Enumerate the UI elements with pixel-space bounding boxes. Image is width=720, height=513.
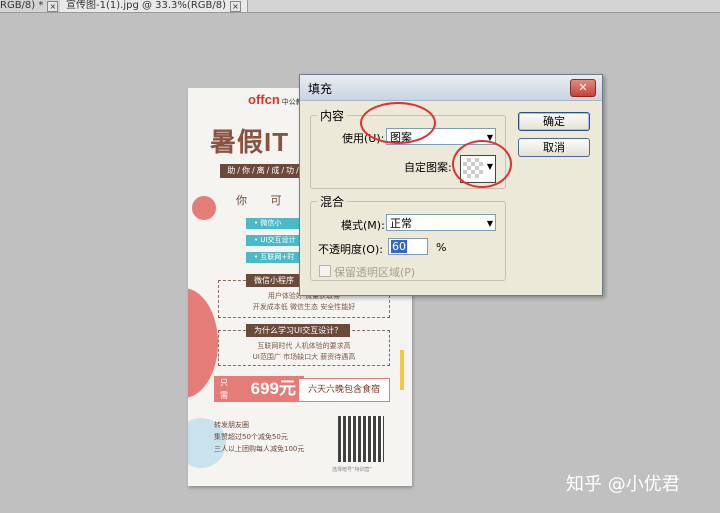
poster-subbar: 助/你/离/成/功/ [220,164,308,178]
poster-price-note: 六天六晚包含食宿 [298,378,390,402]
tab-label: 宣传图-1(1).jpg @ 33.3%(RGB/8) [66,0,227,11]
poster-diamond-text: 你 可 [236,194,292,207]
annotation-circle [360,102,436,144]
mode-select-value: 正常 [390,217,412,230]
mode-select[interactable]: 正常 ▼ [386,214,496,231]
close-button[interactable]: ✕ [570,79,596,97]
poster-friends-line: 集赞超过50个减免50元 [214,433,288,441]
close-icon[interactable]: × [230,1,242,12]
preserve-transparency-label: 保留透明区域(P) [334,266,416,279]
close-icon[interactable]: × [47,1,59,12]
contents-legend: 内容 [320,109,345,123]
annotation-circle [452,140,512,188]
dialog-title: 填充 [308,82,333,96]
poster-headline: 暑假IT [210,127,290,157]
poster-box-line: 互联网时代 人机体验的要求高 [257,342,351,350]
qr-caption: 选择暗号“特训营” [332,467,373,473]
tab-label: RGB/8) * [0,0,44,11]
decorative-bar [400,350,404,390]
preserve-transparency-checkbox[interactable] [319,265,331,277]
watermark: 知乎 @小优君 [566,474,680,495]
poster-box-line: 开发成本低 微信生态 安全性能好 [252,303,356,311]
poster-friends-line: 转发朋友圈 [214,421,249,429]
poster-logo: offcn 中公教 [248,92,303,107]
opacity-unit: % [436,241,447,254]
blending-legend: 混合 [320,195,345,209]
custom-pattern-label: 自定图案: [404,161,452,174]
fill-dialog: 填充 ✕ 内容 使用(U): 图案 ▼ 自定图案: ▼ 确定 取消 混合 模式(… [299,74,603,296]
poster-friends-line: 三人以上团购每人减免100元 [214,445,305,453]
document-tab-active[interactable]: 宣传图-1(1).jpg @ 33.3%(RGB/8) × [60,0,249,12]
chevron-down-icon: ▼ [486,219,493,228]
qr-code [338,416,384,462]
dialog-titlebar[interactable]: 填充 ✕ [300,75,602,101]
poster-box-title: 微信小程序 [246,274,302,287]
opacity-input[interactable]: 60 [388,238,428,255]
document-tab[interactable]: RGB/8) * × [0,0,66,12]
poster-price: 只需 699元 [214,376,304,402]
poster-box-line: UI范围广 市场缺口大 薪资待遇高 [252,353,356,361]
mode-label: 模式(M): [341,219,385,232]
poster-box-title: 为什么学习UI交互设计？ [246,324,351,337]
document-tab-bar: RGB/8) * × 宣传图-1(1).jpg @ 33.3%(RGB/8) × [0,0,720,13]
ok-button[interactable]: 确定 [518,112,590,131]
opacity-label: 不透明度(O): [318,243,383,256]
decorative-circle [192,196,216,220]
cancel-button[interactable]: 取消 [518,138,590,157]
